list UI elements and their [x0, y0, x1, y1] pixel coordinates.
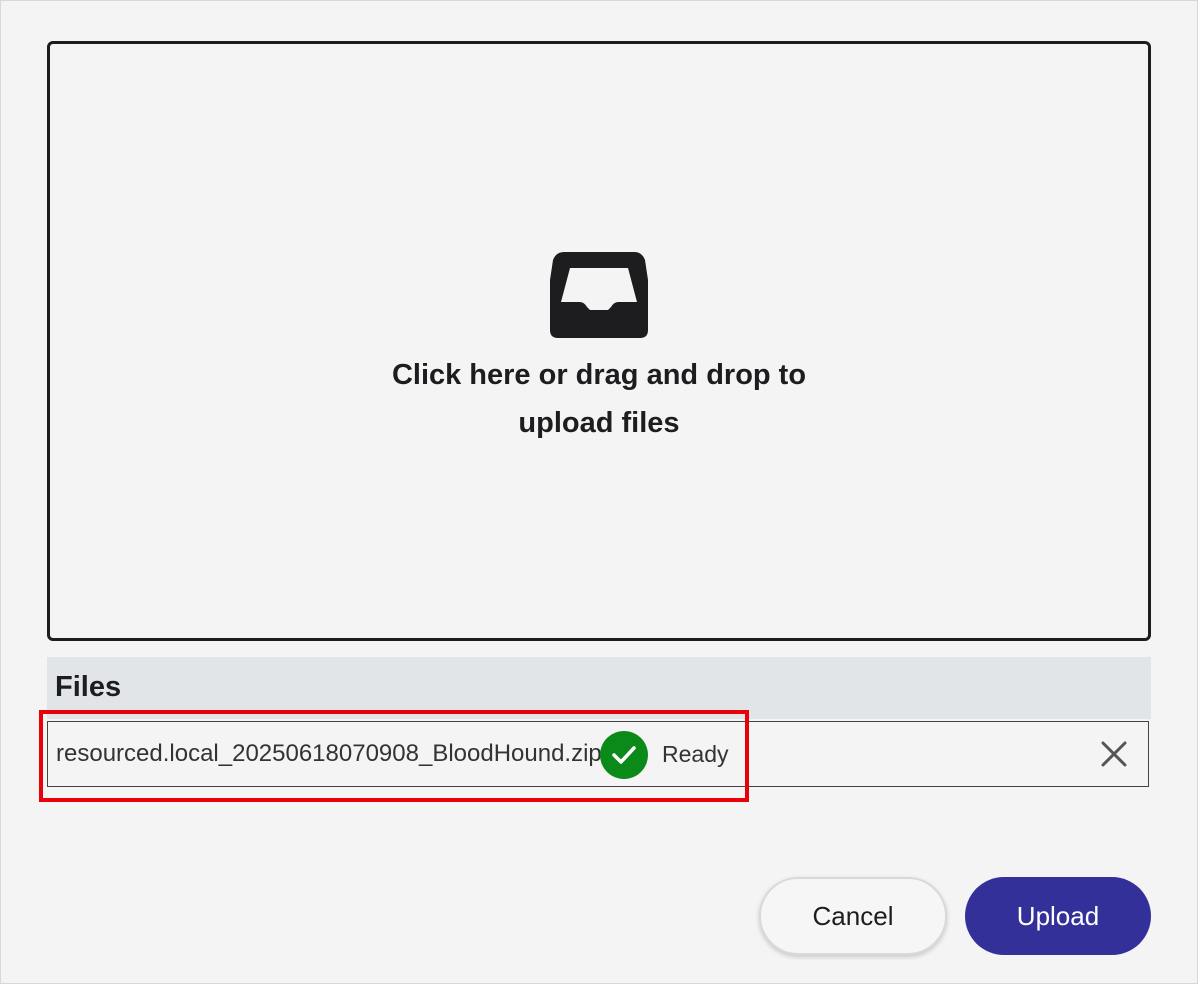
upload-button[interactable]: Upload — [965, 877, 1151, 955]
check-circle-icon — [600, 731, 648, 779]
inbox-tray-icon — [550, 252, 648, 338]
dropzone-instruction: Click here or drag and drop to upload fi… — [391, 359, 807, 439]
files-title: Files — [55, 671, 122, 703]
close-icon — [1101, 741, 1127, 767]
upload-dialog: Click here or drag and drop to upload fi… — [0, 0, 1198, 984]
file-name: resourced.local_20250618070908_BloodHoun… — [56, 740, 602, 767]
file-status: Ready — [662, 741, 729, 767]
remove-file-button[interactable] — [1098, 738, 1130, 770]
dropzone-content: Click here or drag and drop to upload fi… — [50, 252, 1148, 447]
file-dropzone[interactable]: Click here or drag and drop to upload fi… — [47, 41, 1151, 641]
file-list-item: resourced.local_20250618070908_BloodHoun… — [47, 721, 1149, 787]
cancel-button[interactable]: Cancel — [759, 877, 947, 955]
files-section-header: Files — [47, 657, 1151, 719]
